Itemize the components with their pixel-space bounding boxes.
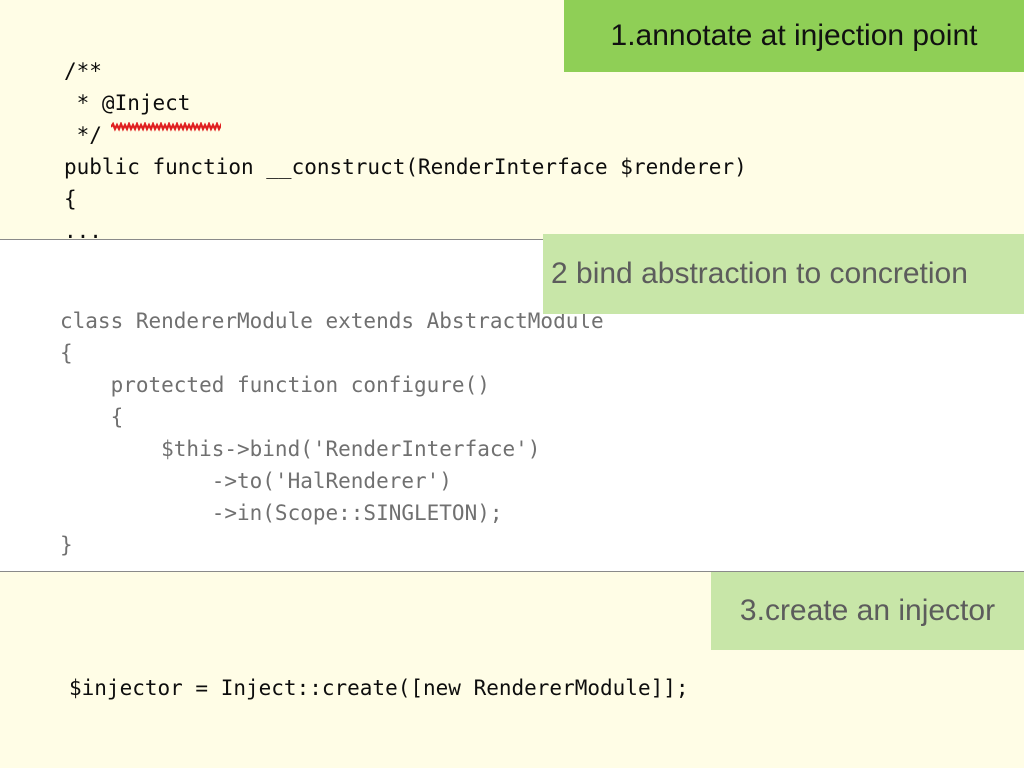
annotation-underline <box>111 122 221 132</box>
code-line: public function __construct(RenderInterf… <box>64 155 747 179</box>
step1-label: 1.annotate at injection point <box>564 0 1024 72</box>
inject-annotation-line: * @Inject <box>64 91 191 115</box>
code-line: $injector = Inject::create([new Renderer… <box>69 676 689 700</box>
step3-label: 3.create an injector <box>711 572 1024 650</box>
code-line: { <box>60 405 124 429</box>
code-line: } <box>60 533 73 557</box>
step2-code-block: class RendererModule extends AbstractMod… <box>60 305 604 561</box>
code-line: $this->bind('RenderInterface') <box>60 437 541 461</box>
step2-label: 2 bind abstraction to concretion <box>543 234 1024 314</box>
code-line: ->in(Scope::SINGLETON); <box>60 501 503 525</box>
code-line: ->to('HalRenderer') <box>60 469 452 493</box>
code-line: { <box>64 187 77 211</box>
step3-code-block: $injector = Inject::create([new Renderer… <box>69 672 689 704</box>
code-line: { <box>60 341 73 365</box>
step1-code-block: /** * @Inject */public function __constr… <box>64 55 747 247</box>
code-line: protected function configure() <box>60 373 490 397</box>
code-line: class RendererModule extends AbstractMod… <box>60 309 604 333</box>
